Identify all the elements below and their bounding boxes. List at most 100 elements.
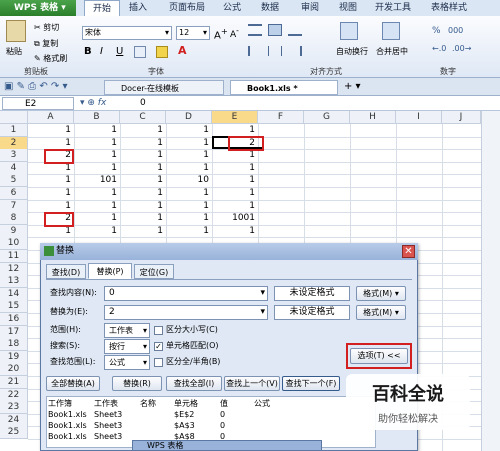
tab-docer-templates[interactable]: Docer-在线模板 [104, 80, 224, 95]
range-select[interactable]: 工作表 ▾ [104, 323, 150, 338]
column-header-c[interactable]: C [120, 111, 166, 124]
row-header-23[interactable]: 23 [0, 401, 28, 415]
paste-icon[interactable] [6, 20, 26, 42]
row-header-20[interactable]: 20 [0, 363, 28, 377]
copy-button[interactable]: ⧉ 复制 [34, 38, 58, 49]
align-center-icon[interactable] [268, 46, 282, 56]
column-header-h[interactable]: H [350, 111, 396, 124]
row-header-22[interactable]: 22 [0, 388, 28, 402]
result-row-cell[interactable]: 0 [220, 421, 225, 430]
cell-d1[interactable]: 1 [166, 124, 212, 137]
tab-data[interactable]: 数据 [256, 0, 284, 16]
look-in-select[interactable]: 公式 ▾ [104, 355, 150, 370]
result-row-cell[interactable]: Book1.xls [48, 410, 87, 419]
cell-b7[interactable]: 1 [74, 200, 120, 213]
cell-c2[interactable]: 1 [120, 137, 166, 150]
cell-d5[interactable]: 10 [166, 174, 212, 187]
tab-view[interactable]: 视图 [334, 0, 362, 16]
row-header-19[interactable]: 19 [0, 350, 28, 364]
cell-c7[interactable]: 1 [120, 200, 166, 213]
row-header-9[interactable]: 9 [0, 224, 28, 238]
tab-formulas[interactable]: 公式 [218, 0, 246, 16]
tab-book1[interactable]: Book1.xls * [230, 80, 338, 95]
row-header-21[interactable]: 21 [0, 376, 28, 389]
cell-e4[interactable]: 1 [212, 162, 258, 175]
replace-format-button[interactable]: 格式(M) ▾ [356, 305, 406, 320]
cell-b8[interactable]: 1 [74, 212, 120, 225]
wrap-text-button[interactable]: 自动换行 [336, 46, 368, 57]
search-select[interactable]: 按行 ▾ [104, 339, 150, 354]
shrink-font-icon[interactable]: A- [230, 26, 239, 40]
italic-button[interactable]: I [100, 46, 103, 57]
row-header-14[interactable]: 14 [0, 287, 28, 301]
result-row-cell[interactable]: Sheet3 [94, 421, 122, 430]
row-header-24[interactable]: 24 [0, 413, 28, 427]
grow-font-icon[interactable]: A+ [214, 26, 228, 41]
row-header-10[interactable]: 10 [0, 237, 28, 251]
result-row-cell[interactable]: Sheet3 [94, 410, 122, 419]
tab-table-style[interactable]: 表格样式 [424, 0, 474, 16]
underline-button[interactable]: U [116, 46, 123, 57]
font-name-select[interactable]: 宋体 ▾ [82, 26, 172, 40]
vertical-scrollbar[interactable] [481, 111, 500, 451]
row-header-6[interactable]: 6 [0, 187, 28, 200]
align-bottom-icon[interactable] [288, 24, 302, 36]
cell-b9[interactable]: 1 [74, 225, 120, 238]
row-header-5[interactable]: 5 [0, 174, 28, 188]
cell-d2[interactable]: 1 [166, 137, 212, 150]
row-header-8[interactable]: 8 [0, 212, 28, 226]
result-row-cell[interactable]: $E$2 [174, 410, 194, 419]
find-format-button[interactable]: 格式(M) ▾ [356, 286, 406, 301]
name-box[interactable]: E2 [2, 97, 74, 110]
percent-button[interactable]: % [432, 26, 441, 36]
merge-center-button[interactable]: 合并居中 [376, 46, 408, 57]
tab-developer[interactable]: 开发工具 [368, 0, 418, 16]
row-header-4[interactable]: 4 [0, 161, 28, 175]
decrease-decimal-icon[interactable]: .00→ [452, 44, 471, 53]
row-header-3[interactable]: 3 [0, 149, 28, 163]
column-header-g[interactable]: G [304, 111, 350, 124]
cell-d9[interactable]: 1 [166, 225, 212, 238]
paste-button[interactable]: 粘贴 [6, 46, 22, 57]
tab-page-layout[interactable]: 页面布局 [160, 0, 214, 16]
align-middle-icon[interactable] [268, 24, 282, 36]
cell-d3[interactable]: 1 [166, 149, 212, 162]
column-header-i[interactable]: I [396, 111, 442, 124]
find-next-button[interactable]: 查找下一个(F) [282, 376, 340, 391]
font-size-select[interactable]: 12 ▾ [176, 26, 210, 40]
row-header-11[interactable]: 11 [0, 250, 28, 263]
fill-color-icon[interactable] [156, 46, 168, 58]
replace-button[interactable]: 替换(R) [112, 376, 162, 391]
app-menu-button[interactable]: WPS 表格 ▾ [0, 0, 76, 16]
tab-review[interactable]: 审阅 [296, 0, 324, 16]
find-all-button[interactable]: 查找全部(I) [166, 376, 222, 391]
result-row-cell[interactable]: 0 [220, 410, 225, 419]
cell-b5[interactable]: 101 [74, 174, 120, 187]
close-icon[interactable]: ✕ [402, 245, 415, 258]
cell-b2[interactable]: 1 [74, 137, 120, 150]
align-left-icon[interactable] [248, 46, 262, 56]
column-header-d[interactable]: D [166, 111, 212, 124]
cell-b1[interactable]: 1 [74, 124, 120, 137]
formula-icons[interactable]: ▾ ⊕ fx [80, 98, 106, 108]
cell-d6[interactable]: 1 [166, 187, 212, 200]
cell-e3[interactable]: 1 [212, 149, 258, 162]
cell-a5[interactable]: 1 [28, 174, 74, 187]
cell-d7[interactable]: 1 [166, 200, 212, 213]
row-header-16[interactable]: 16 [0, 313, 28, 326]
tab-find[interactable]: 查找(D) [46, 264, 86, 279]
row-header-2[interactable]: 2 [0, 136, 28, 150]
cell-d4[interactable]: 1 [166, 162, 212, 175]
cell-c5[interactable]: 1 [120, 174, 166, 187]
cell-c6[interactable]: 1 [120, 187, 166, 200]
cell-b6[interactable]: 1 [74, 187, 120, 200]
result-row-cell[interactable]: Book1.xls [48, 432, 87, 441]
column-header-e[interactable]: E [212, 111, 258, 124]
cut-button[interactable]: ✂ 剪切 [34, 22, 59, 33]
row-header-1[interactable]: 1 [0, 124, 28, 137]
column-header-j[interactable]: J [442, 111, 481, 124]
cell-a6[interactable]: 1 [28, 187, 74, 200]
result-row-cell[interactable]: Sheet3 [94, 432, 122, 441]
cell-e9[interactable]: 1 [212, 225, 258, 238]
column-header-a[interactable]: A [28, 111, 74, 124]
